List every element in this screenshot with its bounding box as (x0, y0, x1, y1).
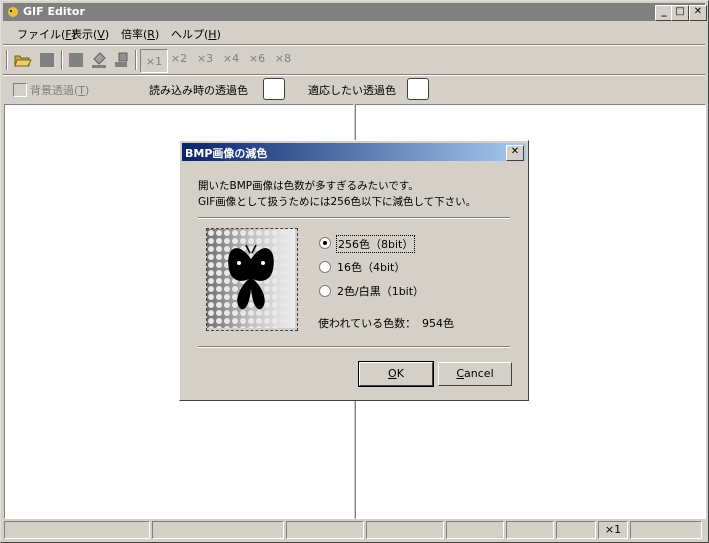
zoom-x2-button[interactable]: ×2 (167, 52, 191, 65)
dialog-title: BMP画像の減色 (185, 147, 268, 160)
save-button[interactable] (65, 49, 87, 71)
radio-256-colors[interactable] (319, 237, 331, 249)
toolbar-grip (6, 50, 8, 70)
menu-bar: ファイル(F) 表示(V) 倍率(R) ヘルプ(H) (3, 23, 705, 43)
window-title: GIF Editor (23, 5, 85, 18)
target-color-swatch[interactable] (407, 78, 429, 100)
target-color-label: 適応したい透過色 (308, 84, 396, 97)
status-bar: ×1 (3, 520, 705, 539)
menu-help[interactable]: ヘルプ(H) (171, 26, 221, 42)
transparency-options: 背景透過(T) 読み込み時の透過色 適応したい透過色 (3, 78, 705, 100)
radio-256-colors-label[interactable]: 256色（8bit） (336, 235, 416, 253)
paint-bucket-icon (92, 52, 106, 68)
zoom-x8-button[interactable]: ×8 (271, 52, 295, 65)
open-button[interactable] (12, 49, 34, 71)
zoom-x6-button[interactable]: ×6 (245, 52, 269, 65)
toolbar: ×1 ×2 ×3 ×4 ×6 ×8 (3, 46, 705, 74)
stamp-button[interactable] (111, 49, 133, 71)
reduce-colors-dialog: BMP画像の減色 ✕ 開いたBMP画像は色数が多すぎるみたいです。 GIF画像と… (179, 140, 529, 401)
status-cell (446, 521, 504, 539)
maximize-button[interactable]: □ (671, 5, 689, 21)
load-color-swatch[interactable] (263, 78, 285, 100)
save-icon (69, 53, 83, 67)
zoom-x1-label: ×1 (145, 54, 163, 68)
folder-open-icon (14, 55, 32, 67)
zoom-x3-button[interactable]: ×3 (193, 52, 217, 65)
status-cell (286, 521, 364, 539)
bg-transparent-label: 背景透過(T) (30, 84, 90, 97)
dialog-close-button[interactable]: ✕ (506, 145, 524, 161)
status-cell (4, 521, 150, 539)
fill-button[interactable] (88, 49, 110, 71)
status-cell (556, 521, 596, 539)
load-color-label: 読み込み時の透過色 (149, 84, 248, 97)
radio-2-colors[interactable] (319, 285, 331, 297)
toolbar-separator (135, 50, 137, 70)
zoom-x4-button[interactable]: ×4 (219, 52, 243, 65)
divider (3, 75, 705, 76)
dialog-divider (198, 217, 510, 219)
ok-button[interactable]: OK (358, 361, 434, 387)
status-cell (366, 521, 444, 539)
cancel-button[interactable]: Cancel (438, 362, 512, 386)
dialog-divider (198, 346, 510, 348)
bg-transparent-checkbox[interactable] (13, 83, 27, 97)
menu-file[interactable]: ファイル(F) (17, 26, 76, 42)
colors-used-label: 使われている色数： (318, 317, 417, 330)
radio-16-colors-label[interactable]: 16色（4bit） (337, 259, 405, 275)
close-button[interactable]: ✕ (689, 5, 707, 21)
status-zoom: ×1 (598, 521, 628, 539)
title-bar[interactable]: GIF Editor _ □ ✕ (3, 3, 707, 21)
status-cell (630, 521, 702, 539)
ok-label-rest: K (396, 367, 404, 380)
app-icon (8, 7, 18, 17)
dialog-message-line1: 開いたBMP画像は色数が多すぎるみたいです。 (198, 180, 419, 192)
radio-16-colors[interactable] (319, 261, 331, 273)
stop-icon (40, 53, 54, 67)
status-cell (152, 521, 284, 539)
zoom-x1-button[interactable]: ×1 (140, 49, 168, 73)
status-cell (506, 521, 554, 539)
menu-view[interactable]: 表示(V) (71, 26, 109, 42)
stamp-icon (115, 52, 128, 67)
image-preview (206, 228, 298, 331)
dialog-message-line2: GIF画像として扱うためには256色以下に減色して下さい。 (198, 196, 477, 208)
dialog-title-bar[interactable]: BMP画像の減色 ✕ (182, 143, 526, 161)
radio-2-colors-label[interactable]: 2色/白黒（1bit） (337, 283, 424, 299)
colors-used-value: 954色 (422, 317, 454, 330)
toolbar-separator (61, 50, 63, 70)
stop-button[interactable] (36, 49, 58, 71)
cancel-label-rest: ancel (464, 367, 494, 380)
butterfly-preview-image (207, 229, 295, 328)
menu-zoom[interactable]: 倍率(R) (121, 26, 159, 42)
